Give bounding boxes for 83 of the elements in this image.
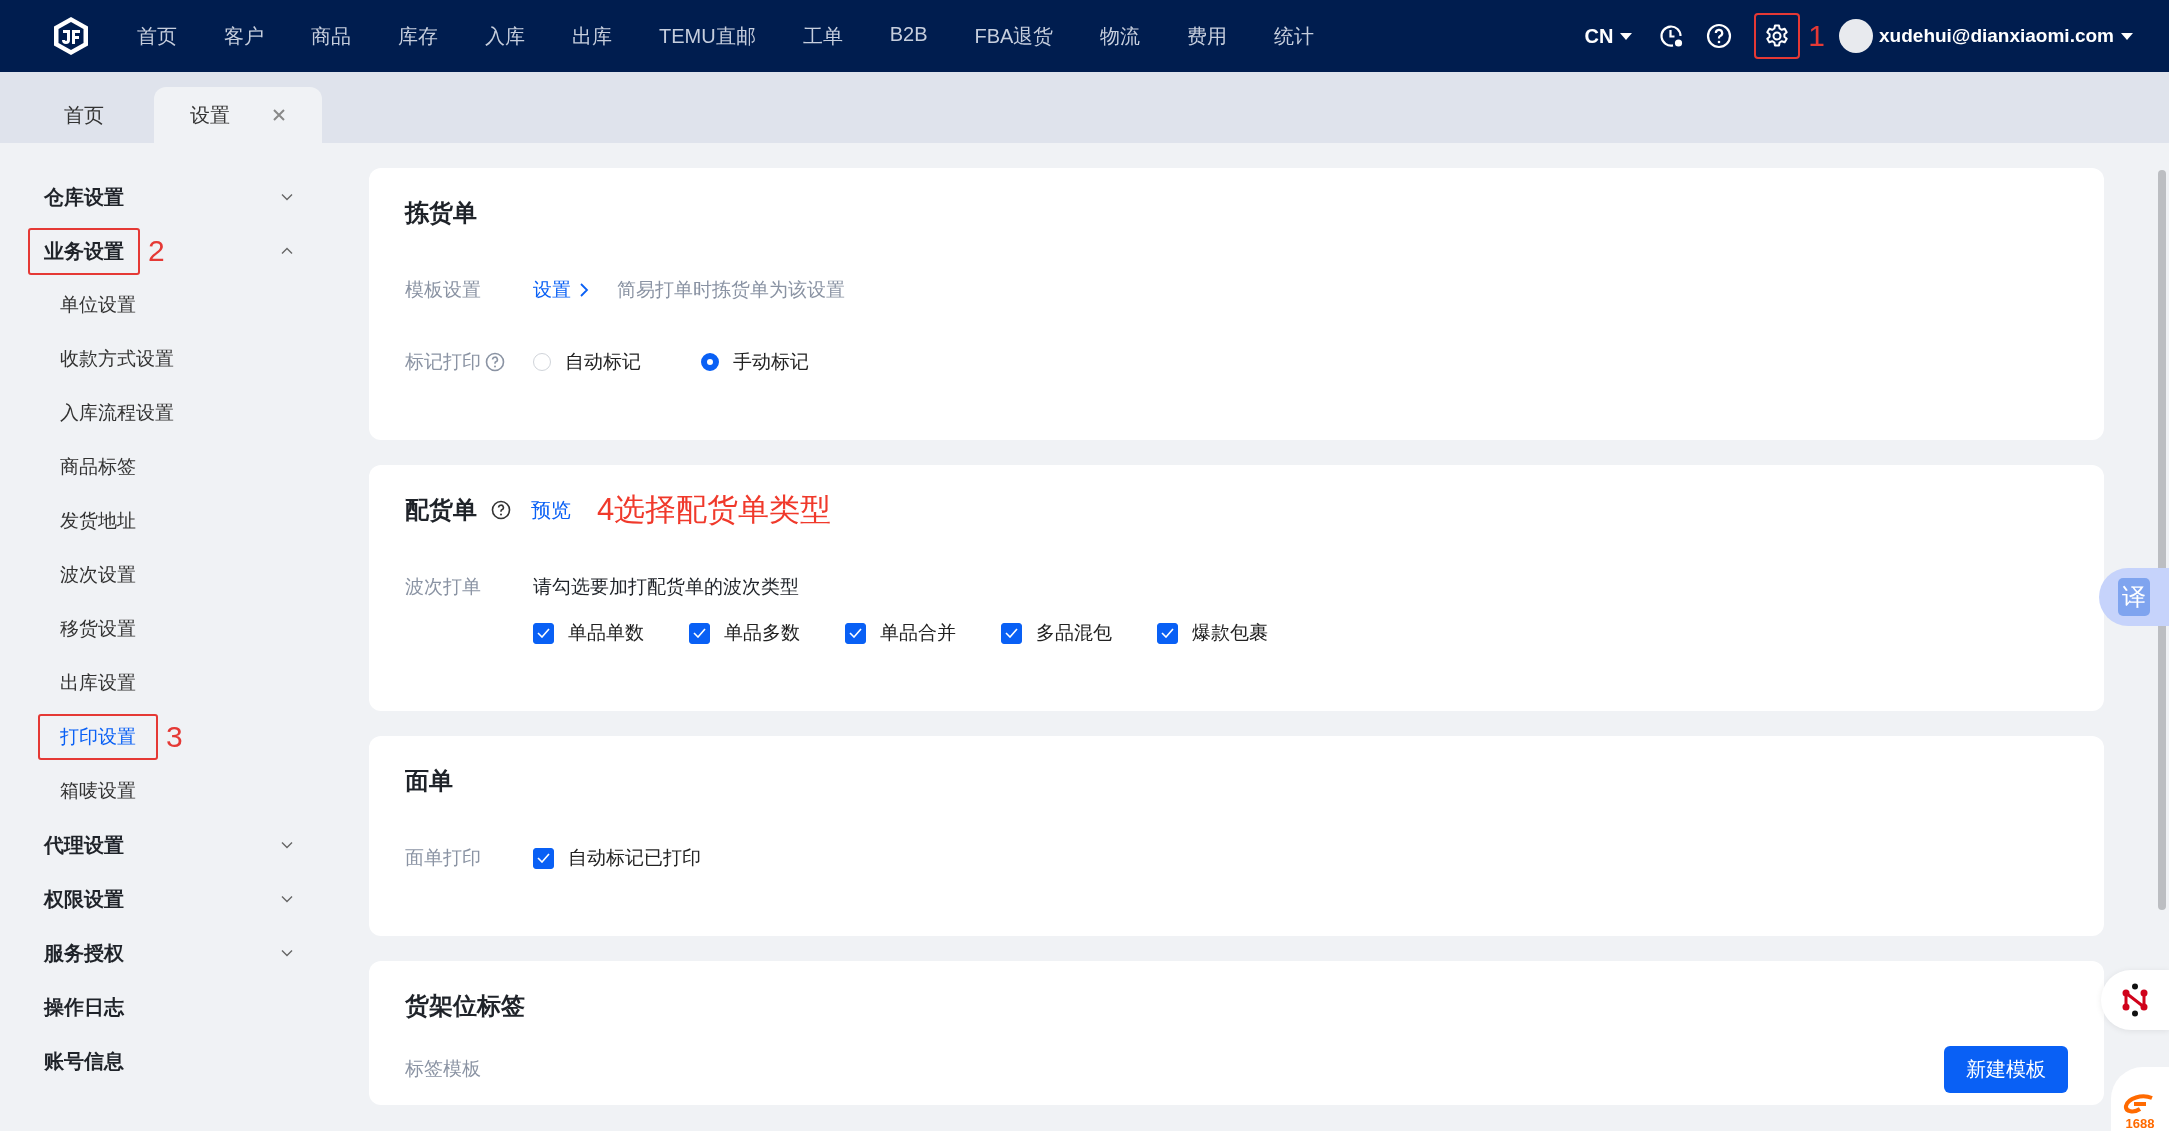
help-icon[interactable] <box>491 500 511 520</box>
nav-menu-item[interactable]: 商品 <box>311 22 351 50</box>
nav-menu-item[interactable]: 出库 <box>572 22 612 50</box>
sidebar-group[interactable]: 权限设置 <box>28 875 140 923</box>
nav-menu-item[interactable]: 库存 <box>398 22 438 50</box>
sidebar-group[interactable]: 操作日志 <box>28 983 140 1031</box>
field-label: 标记打印 <box>405 350 481 374</box>
close-icon[interactable] <box>272 108 286 122</box>
sidebar-group[interactable]: 服务授权 <box>28 929 140 977</box>
checkbox[interactable] <box>533 847 554 869</box>
checkbox[interactable] <box>845 622 866 644</box>
clock-icon[interactable] <box>1658 23 1685 49</box>
network-nodes-icon[interactable] <box>2101 970 2169 1030</box>
settings-link[interactable]: 设置 <box>533 277 589 303</box>
checkmark-icon <box>1161 628 1174 638</box>
field-label: 标签模板 <box>405 1057 481 1081</box>
sidebar-item[interactable]: 入库流程设置 <box>38 390 196 436</box>
nav-menu-item[interactable]: 物流 <box>1100 22 1141 50</box>
checkbox-option[interactable]: 单品合并 <box>845 620 1001 646</box>
checkbox-option[interactable]: 自动标记已打印 <box>533 845 701 871</box>
field-label: 面单打印 <box>405 846 481 870</box>
caret-icon <box>2120 31 2134 41</box>
checkbox[interactable] <box>1001 622 1022 644</box>
radio-button[interactable] <box>701 353 719 371</box>
sidebar-item[interactable]: 单位设置 <box>38 282 158 328</box>
sidebar-item[interactable]: 发货地址 <box>38 498 158 544</box>
nav-menu-item[interactable]: FBA退货 <box>974 22 1054 50</box>
sidebar-item[interactable]: 波次设置 <box>38 552 158 598</box>
checkbox-option[interactable]: 单品单数 <box>533 620 689 646</box>
radio-option[interactable]: 自动标记 <box>533 349 641 375</box>
annotation-number: 3 <box>166 722 183 752</box>
checkmark-icon <box>849 628 862 638</box>
language-selector[interactable]: CN <box>1584 24 1634 48</box>
sidebar-item[interactable]: 收款方式设置 <box>38 336 196 382</box>
nav-menu-item[interactable]: B2B <box>889 22 928 50</box>
checkbox-option[interactable]: 爆款包裹 <box>1157 620 1313 646</box>
instruction-text: 请勾选要加打配货单的波次类型 <box>533 575 799 599</box>
sidebar-group[interactable]: 代理设置 <box>28 821 140 869</box>
checkmark-icon <box>1005 628 1018 638</box>
sidebar-item[interactable]: 出库设置 <box>38 660 158 706</box>
nav-menu-item[interactable]: 费用 <box>1187 22 1228 50</box>
page-tab[interactable]: 首页 <box>28 87 140 143</box>
preview-link[interactable]: 预览 <box>531 496 571 524</box>
nav-menu-item[interactable]: 入库 <box>485 22 525 50</box>
caret-icon <box>1619 31 1634 41</box>
hint-text: 简易打单时拣货单为该设置 <box>617 278 845 302</box>
radio-option[interactable]: 手动标记 <box>701 349 809 375</box>
checkmark-icon <box>693 628 706 638</box>
avatar[interactable] <box>1839 19 1874 53</box>
checkmark-icon <box>537 628 550 638</box>
sidebar-item[interactable]: 移货设置 <box>38 606 158 652</box>
nav-menu-item[interactable]: 客户 <box>224 22 264 50</box>
sidebar-item[interactable]: 打印设置 <box>38 714 158 760</box>
sidebar-item[interactable]: 箱唛设置 <box>38 768 158 814</box>
annotation-number: 2 <box>148 236 165 266</box>
checkmark-icon <box>537 853 550 863</box>
page-tab[interactable]: 设置 <box>154 87 322 143</box>
card-title: 拣货单 <box>405 198 477 228</box>
nav-menu-item[interactable]: 首页 <box>137 22 177 50</box>
checkbox-option[interactable]: 多品混包 <box>1001 620 1157 646</box>
nav-menu-item[interactable]: 工单 <box>802 22 843 50</box>
nav-menu-item[interactable]: 统计 <box>1274 22 1315 50</box>
sidebar-group[interactable]: 仓库设置 <box>28 173 140 221</box>
settings-icon[interactable] <box>1764 23 1791 49</box>
annotation-number: 1 <box>1808 21 1826 51</box>
new-template-button[interactable]: 新建模板 <box>1944 1045 2068 1093</box>
field-label: 波次打单 <box>405 575 481 599</box>
sidebar-item[interactable]: 商品标签 <box>38 444 158 490</box>
nav-menu-item[interactable]: TEMU直邮 <box>659 22 756 50</box>
annotation-text: 4选择配货单类型 <box>597 491 832 529</box>
field-label: 模板设置 <box>405 278 481 302</box>
user-menu[interactable]: xudehui@dianxiaomi.com <box>1879 25 2134 47</box>
card-title: 配货单 <box>405 495 477 525</box>
scrollbar[interactable] <box>2158 170 2166 910</box>
checkbox[interactable] <box>1157 622 1178 644</box>
sidebar-group[interactable]: 账号信息 <box>28 1037 140 1085</box>
checkbox[interactable] <box>689 622 710 644</box>
checkbox-option[interactable]: 单品多数 <box>689 620 845 646</box>
card-title: 面单 <box>405 766 453 796</box>
chevron-right-icon <box>579 282 589 298</box>
checkbox[interactable] <box>533 622 554 644</box>
sidebar-group[interactable]: 业务设置 <box>28 227 140 275</box>
card-title: 货架位标签 <box>405 991 525 1021</box>
